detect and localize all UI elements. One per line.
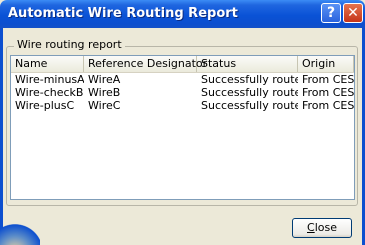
close-button-label: lose bbox=[314, 221, 337, 234]
close-button[interactable]: Close bbox=[292, 218, 352, 238]
cell-name: Wire-plusC bbox=[15, 99, 75, 112]
cell-reference-designator: WireA bbox=[88, 73, 121, 86]
group-label: Wire routing report bbox=[14, 38, 125, 51]
column-header-origin[interactable]: Origin bbox=[298, 56, 354, 72]
column-header-name[interactable]: Name bbox=[11, 56, 84, 72]
cell-origin: From CES bbox=[302, 73, 354, 86]
cell-name: Wire-minusA bbox=[15, 73, 84, 86]
report-table[interactable]: Name Reference Designator Status Origin … bbox=[10, 55, 355, 200]
table-row[interactable]: Wire-plusC WireC Successfully routed Fro… bbox=[11, 99, 354, 112]
close-button-mnemonic: C bbox=[307, 221, 315, 234]
table-header: Name Reference Designator Status Origin bbox=[11, 56, 354, 73]
table-row[interactable]: Wire-minusA WireA Successfully routed Fr… bbox=[11, 73, 354, 86]
cell-status: Successfully routed bbox=[201, 73, 298, 86]
column-header-status[interactable]: Status bbox=[197, 56, 298, 72]
window-close-button[interactable]: ✕ bbox=[343, 3, 363, 23]
help-icon: ? bbox=[326, 5, 336, 21]
cell-status: Successfully routed bbox=[201, 99, 298, 112]
cell-status: Successfully routed bbox=[201, 86, 298, 99]
help-button[interactable]: ? bbox=[321, 3, 341, 23]
table-row[interactable]: Wire-checkB WireB Successfully routed Fr… bbox=[11, 86, 354, 99]
column-header-reference-designator[interactable]: Reference Designator bbox=[84, 56, 207, 72]
cell-origin: From CES bbox=[302, 99, 354, 112]
title-bar[interactable]: Automatic Wire Routing Report ? ✕ bbox=[0, 0, 365, 28]
cell-reference-designator: WireB bbox=[88, 86, 121, 99]
background-decoration bbox=[0, 222, 40, 245]
cell-reference-designator: WireC bbox=[88, 99, 121, 112]
cell-name: Wire-checkB bbox=[15, 86, 84, 99]
close-icon: ✕ bbox=[347, 5, 359, 21]
cell-origin: From CES bbox=[302, 86, 354, 99]
window-title: Automatic Wire Routing Report bbox=[8, 6, 238, 21]
